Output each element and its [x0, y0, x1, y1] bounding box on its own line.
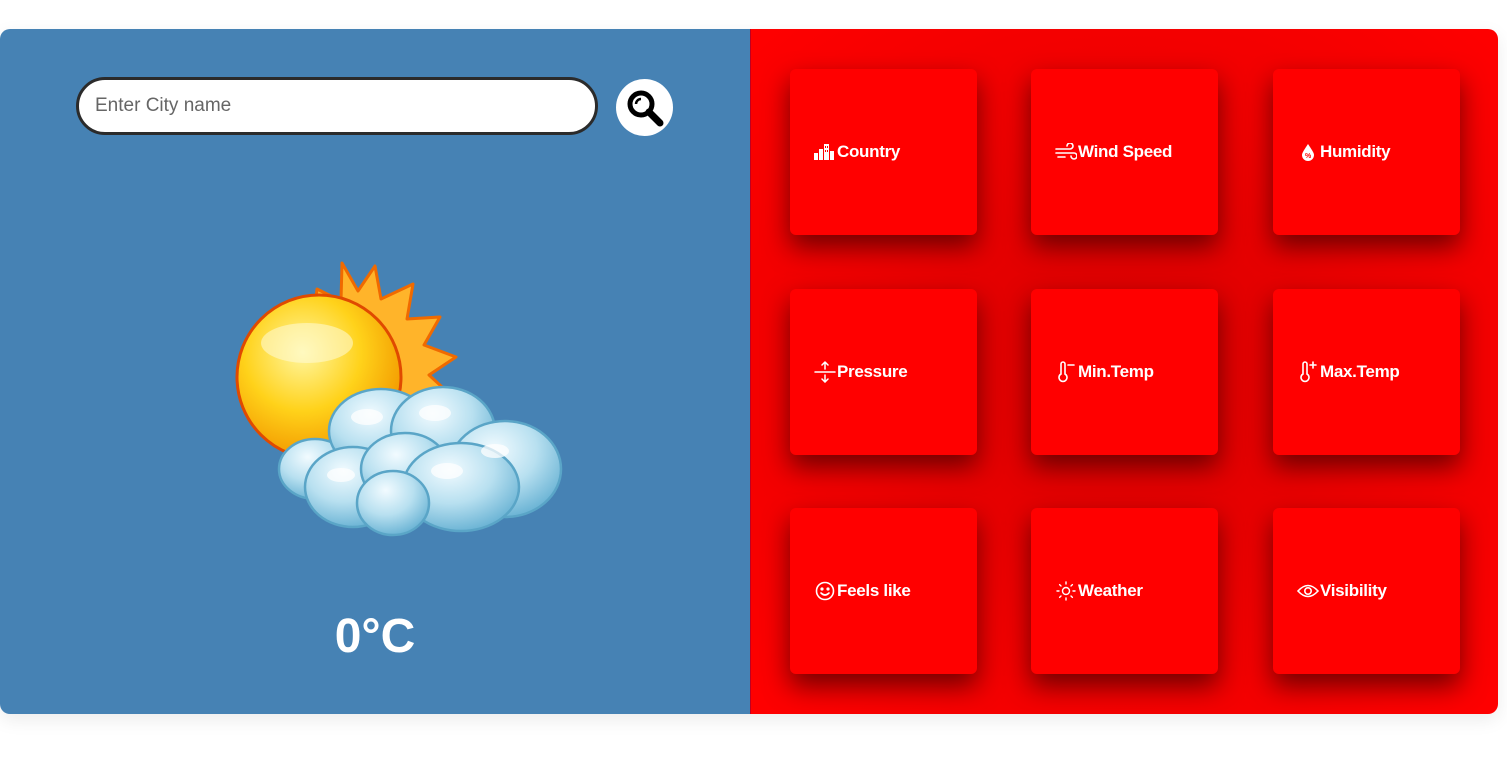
tile-label: Pressure: [837, 362, 908, 381]
tile-feels-like[interactable]: Feels like: [790, 508, 977, 674]
sun-icon: [1055, 580, 1077, 602]
tile-label: Visibility: [1320, 581, 1387, 600]
weather-panel: 0°C: [0, 29, 750, 714]
weather-app: 0°C Country Wind Speed: [0, 29, 1498, 714]
tile-min-temp[interactable]: Min.Temp: [1031, 289, 1218, 455]
city-search-input[interactable]: [76, 77, 598, 135]
smiley-icon: [814, 580, 836, 602]
tile-visibility[interactable]: Visibility: [1273, 508, 1460, 674]
tile-country[interactable]: Country: [790, 69, 977, 235]
tile-label: Country: [837, 142, 901, 161]
city-icon: [814, 141, 836, 163]
tile-pressure[interactable]: Pressure: [790, 289, 977, 455]
eye-icon: [1297, 580, 1319, 602]
magnifier-icon: [627, 90, 663, 126]
search-button[interactable]: [616, 79, 673, 136]
sun-cloud-icon: [235, 261, 563, 537]
tile-label: Humidity: [1320, 142, 1391, 161]
tile-wind-speed[interactable]: Wind Speed: [1031, 69, 1218, 235]
humidity-drop-icon: %: [1297, 141, 1319, 163]
tile-label: Wind Speed: [1078, 142, 1173, 161]
tile-humidity[interactable]: % Humidity: [1273, 69, 1460, 235]
tile-label: Min.Temp: [1078, 362, 1154, 381]
thermometer-minus-icon: [1055, 361, 1077, 383]
details-panel: Country Wind Speed % Humidity Pressure M…: [750, 29, 1498, 714]
tile-label: Feels like: [837, 581, 911, 600]
tile-weather[interactable]: Weather: [1031, 508, 1218, 674]
tile-label: Weather: [1078, 581, 1143, 600]
wind-icon: [1055, 141, 1077, 163]
temperature-value: 0°C: [334, 610, 416, 663]
tile-max-temp[interactable]: Max.Temp: [1273, 289, 1460, 455]
tile-label: Max.Temp: [1320, 362, 1400, 381]
pressure-arrows-icon: [814, 361, 836, 383]
thermometer-plus-icon: [1297, 361, 1319, 383]
